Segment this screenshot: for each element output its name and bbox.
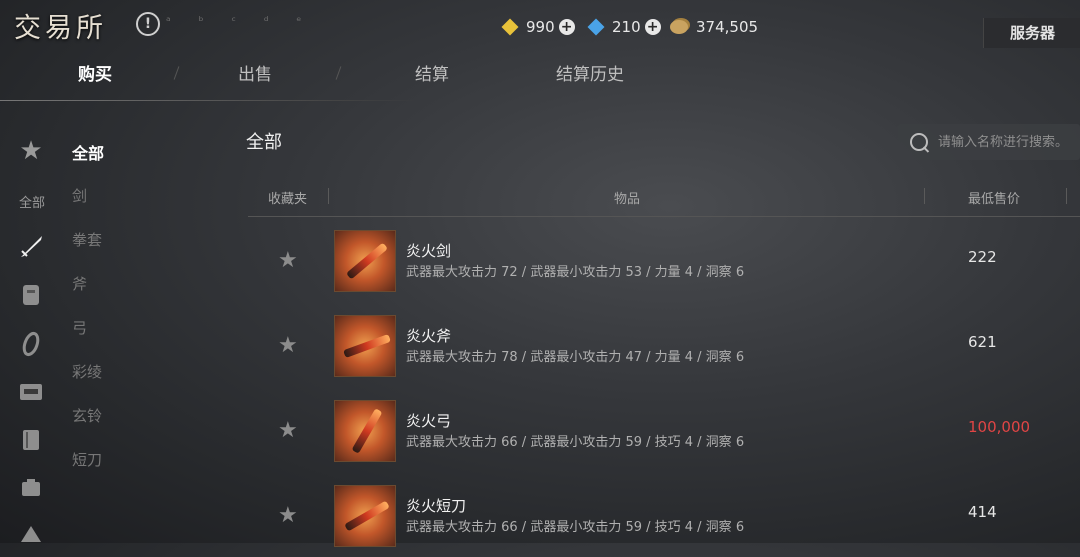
table-header: 收藏夹 物品 最低售价	[248, 178, 1080, 217]
coin-pile-icon	[670, 20, 688, 34]
gold-gem-icon	[501, 18, 519, 36]
favorite-star-icon[interactable]: ★	[278, 503, 298, 528]
category-bell[interactable]: 玄铃	[72, 405, 102, 426]
item-name: 炎火斧	[406, 327, 452, 345]
add-gold-button[interactable]: +	[558, 19, 575, 35]
table-row[interactable]: ★ 炎火短刀 武器最大攻击力 66 / 武器最小攻击力 59 / 技巧 4 / …	[248, 475, 1080, 557]
item-thumbnail	[334, 485, 396, 547]
tab-bar: 购买 出售 结算 结算历史	[0, 60, 760, 92]
top-bar: 交易所 ! ᵃ ᵇ ᶜ ᵈ ᵉ 990 + 210 + 374,505 服务器 …	[0, 0, 1080, 102]
header-divider	[1066, 188, 1067, 204]
header-favorite[interactable]: 收藏夹	[268, 188, 307, 207]
item-name: 炎火剑	[406, 242, 452, 260]
favorite-star-icon[interactable]: ★	[278, 248, 298, 273]
header-min-price[interactable]: 最低售价	[968, 188, 1020, 207]
armor-icon[interactable]	[14, 282, 48, 314]
book-icon[interactable]	[14, 428, 48, 458]
blue-gem-icon	[587, 18, 605, 36]
item-thumbnail	[334, 230, 396, 292]
header-divider	[328, 188, 329, 204]
search-box	[898, 124, 1080, 160]
accessory-icon[interactable]	[14, 330, 48, 364]
item-name: 炎火弓	[406, 412, 452, 430]
category-gauntlet[interactable]: 拳套	[72, 229, 102, 250]
item-price: 621	[968, 333, 997, 351]
item-stats: 武器最大攻击力 78 / 武器最小攻击力 47 / 力量 4 / 洞察 6	[406, 350, 745, 365]
server-button[interactable]: 服务器	[983, 18, 1080, 48]
icon-label-all[interactable]: 全部	[10, 192, 54, 211]
tab-divider	[173, 66, 180, 80]
header-item[interactable]: 物品	[614, 188, 640, 207]
currency-coins: 374,505	[670, 16, 758, 38]
currency-coins-value: 374,505	[696, 18, 759, 36]
misc-icon[interactable]	[14, 522, 48, 548]
table-row[interactable]: ★ 炎火斧 武器最大攻击力 78 / 武器最小攻击力 47 / 力量 4 / 洞…	[248, 305, 1080, 387]
page-title: 交易所	[14, 13, 107, 44]
item-stats: 武器最大攻击力 66 / 武器最小攻击力 59 / 技巧 4 / 洞察 6	[406, 520, 745, 535]
category-axe[interactable]: 斧	[72, 273, 87, 294]
add-blue-gem-button[interactable]: +	[644, 19, 661, 35]
section-title: 全部	[246, 132, 282, 153]
info-icon[interactable]: !	[136, 12, 160, 36]
search-icon[interactable]	[910, 133, 928, 151]
item-price: 414	[968, 503, 997, 521]
icon-sidebar: ★ 全部	[0, 122, 62, 543]
favorite-star-icon[interactable]: ★	[278, 333, 298, 358]
currency-blue-value: 210	[612, 18, 641, 36]
tab-divider	[335, 66, 342, 80]
category-ribbon[interactable]: 彩绫	[72, 361, 102, 382]
sword-icon[interactable]	[14, 234, 48, 266]
tab-underline	[0, 100, 420, 101]
category-sword[interactable]: 剑	[72, 185, 87, 206]
search-input[interactable]	[936, 133, 1080, 151]
category-all[interactable]: 全部	[72, 140, 104, 164]
item-stats: 武器最大攻击力 72 / 武器最小攻击力 53 / 力量 4 / 洞察 6	[406, 265, 745, 280]
faint-decoration: ᵃ ᵇ ᶜ ᵈ ᵉ	[166, 14, 314, 28]
item-name: 炎火短刀	[406, 497, 467, 515]
item-thumbnail	[334, 400, 396, 462]
star-icon[interactable]: ★	[14, 136, 48, 166]
currency-blue: 210 +	[587, 16, 661, 38]
item-thumbnail	[334, 315, 396, 377]
category-list: 全部 剑 拳套 斧 弓 彩绫 玄铃 短刀	[62, 122, 222, 543]
tab-sell[interactable]: 出售	[238, 60, 272, 85]
chest-icon[interactable]	[14, 380, 48, 410]
table-row[interactable]: ★ 炎火弓 武器最大攻击力 66 / 武器最小攻击力 59 / 技巧 4 / 洞…	[248, 390, 1080, 472]
item-stats: 武器最大攻击力 66 / 武器最小攻击力 59 / 技巧 4 / 洞察 6	[406, 435, 745, 450]
box-icon[interactable]	[14, 476, 48, 506]
favorite-star-icon[interactable]: ★	[278, 418, 298, 443]
tab-settle-history[interactable]: 结算历史	[556, 60, 624, 85]
tab-buy[interactable]: 购买	[78, 60, 112, 85]
category-bow[interactable]: 弓	[72, 317, 87, 338]
currency-gold: 990 +	[501, 16, 575, 38]
category-dagger[interactable]: 短刀	[72, 449, 102, 470]
header-divider	[924, 188, 925, 204]
table-row[interactable]: ★ 炎火剑 武器最大攻击力 72 / 武器最小攻击力 53 / 力量 4 / 洞…	[248, 220, 1080, 302]
item-price: 100,000	[968, 418, 1031, 436]
tab-settle[interactable]: 结算	[415, 60, 449, 85]
currency-gold-value: 990	[526, 18, 555, 36]
item-price: 222	[968, 248, 997, 266]
